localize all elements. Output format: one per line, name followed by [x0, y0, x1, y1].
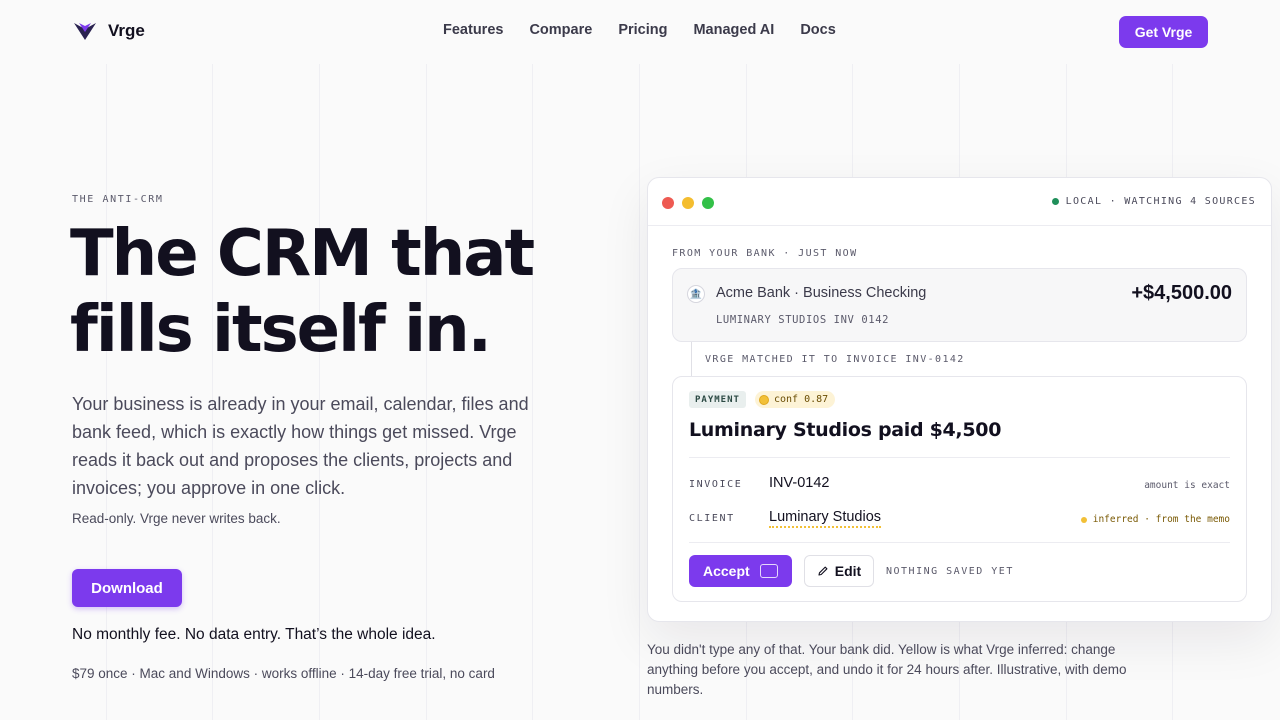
bank-account-name: Acme Bank · Business Checking	[716, 285, 927, 301]
nav-link-compare[interactable]: Compare	[529, 22, 592, 38]
transaction-memo: LUMINARY STUDIOS INV 0142	[716, 314, 890, 326]
inferred-dot-icon	[1080, 516, 1087, 523]
status-dot-icon	[1051, 198, 1059, 205]
demo-window: LOCAL · WATCHING 4 SOURCES FROM YOUR BAN…	[647, 177, 1272, 622]
nav-link-pricing[interactable]: Pricing	[618, 22, 667, 38]
pencil-icon	[818, 566, 828, 576]
edit-button[interactable]: Edit	[804, 555, 874, 587]
minimize-window-icon	[682, 197, 694, 209]
confidence-value: conf 0.87	[774, 394, 829, 405]
proposal-card: PAYMENT conf 0.87 Luminary Studios paid …	[672, 376, 1247, 602]
hero-eyebrow: THE ANTI-CRM	[72, 194, 164, 205]
maximize-window-icon	[702, 197, 714, 209]
accept-label: Accept	[703, 563, 750, 579]
sync-status: LOCAL · WATCHING 4 SOURCES	[1051, 196, 1256, 207]
hero-headline: The CRM that fills itself in.	[70, 216, 630, 368]
headline-line-1: The CRM that	[70, 217, 535, 291]
confidence-badge: conf 0.87	[755, 391, 836, 408]
payment-badge: PAYMENT	[689, 391, 746, 408]
download-button[interactable]: Download	[72, 569, 182, 607]
keyboard-shortcut-icon	[760, 564, 778, 578]
top-nav: Vrge Features Compare Pricing Managed AI…	[0, 0, 1280, 64]
pricing-fine-print: $79 once · Mac and Windows · works offli…	[72, 666, 495, 681]
match-label: VRGE MATCHED IT TO INVOICE INV-0142	[705, 354, 965, 365]
invoice-note: amount is exact	[1144, 480, 1230, 491]
proposal-title: Luminary Studios paid $4,500	[689, 419, 1002, 441]
transaction-amount: +$4,500.00	[1131, 282, 1232, 304]
headline-line-2: fills itself in.	[70, 293, 492, 367]
invoice-value[interactable]: INV-0142	[769, 475, 829, 491]
edit-label: Edit	[834, 563, 862, 579]
hero-tagline: No monthly fee. No data entry. That’s th…	[72, 626, 436, 643]
hero-lede: Your business is already in your email, …	[72, 394, 529, 498]
brand-name: Vrge	[108, 21, 145, 40]
nav-links: Features Compare Pricing Managed AI Docs	[443, 22, 836, 38]
divider	[689, 542, 1230, 543]
get-vrge-button[interactable]: Get Vrge	[1119, 16, 1208, 48]
demo-caption: You didn't type any of that. Your bank d…	[647, 642, 1127, 697]
accept-button[interactable]: Accept	[689, 555, 792, 587]
read-only-note: Read-only. Vrge never writes back.	[72, 511, 281, 526]
close-window-icon	[662, 197, 674, 209]
divider	[689, 457, 1230, 458]
client-value[interactable]: Luminary Studios	[769, 509, 882, 528]
invoice-label: INVOICE	[689, 479, 743, 490]
match-connector	[691, 342, 692, 376]
client-label: CLIENT	[689, 513, 735, 524]
confidence-dot-icon	[759, 394, 769, 405]
nav-link-managed-ai[interactable]: Managed AI	[693, 22, 774, 38]
brand-logo[interactable]: Vrge	[72, 18, 145, 44]
window-titlebar: LOCAL · WATCHING 4 SOURCES	[648, 178, 1271, 226]
invoice-note-text: amount is exact	[1144, 480, 1230, 491]
client-inferred-note: inferred · from the memo	[1080, 514, 1230, 525]
source-label: FROM YOUR BANK · JUST NOW	[672, 248, 858, 259]
bank-transaction: 🏦 Acme Bank · Business Checking +$4,500.…	[672, 268, 1247, 342]
vrge-logo-icon	[74, 23, 96, 40]
client-note-text: inferred · from the memo	[1092, 514, 1230, 525]
nav-link-features[interactable]: Features	[443, 22, 503, 38]
bank-icon: 🏦	[687, 285, 705, 303]
sync-status-text: LOCAL · WATCHING 4 SOURCES	[1065, 196, 1256, 207]
nav-link-docs[interactable]: Docs	[800, 22, 835, 38]
save-state: NOTHING SAVED YET	[886, 566, 1014, 577]
